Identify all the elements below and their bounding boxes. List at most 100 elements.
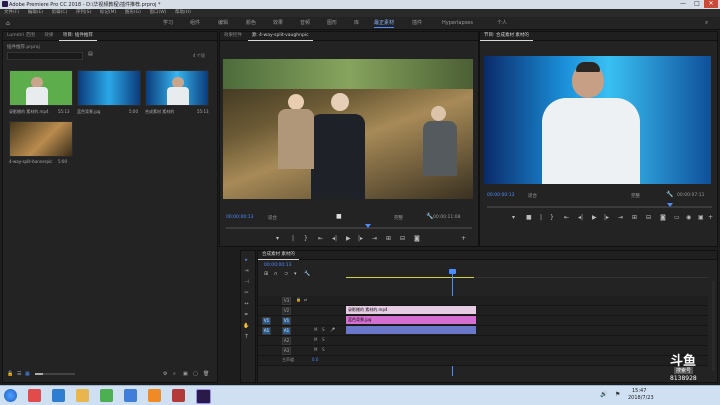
settings-icon[interactable]: ■ [336,213,342,220]
tab-sequence[interactable]: 合成素材 素材的 [258,251,299,260]
tab-effect-controls[interactable]: 效果控件 [220,32,246,40]
source-patch-a1[interactable]: A1 [262,327,271,335]
find-icon[interactable]: ⌕ [173,371,176,377]
workspace-tab[interactable]: 编辑 [218,19,228,27]
list-view-icon[interactable]: ☰ [17,371,21,377]
comparison-view-icon[interactable]: ▭ [674,214,680,221]
mark-in-icon[interactable]: ▾ [276,235,279,242]
new-item-icon[interactable]: ▢ [193,371,198,377]
master-volume[interactable]: 0.0 [312,357,318,362]
tab-source[interactable]: 源: 4-way-split-vaughnpic [247,32,313,41]
mic-icon[interactable]: 🎤 [330,327,335,332]
menu-marker[interactable]: 标记(M) [100,9,116,17]
folder-icon[interactable] [76,389,89,402]
track-toggle[interactable]: A1 [282,327,291,335]
clip-v2[interactable]: 录影棚的 素材的.mp4 [346,306,476,314]
program-scrubber[interactable] [487,203,712,208]
taskbar-app-icon[interactable] [124,389,137,402]
solo-icon[interactable]: S [322,337,325,342]
extract-icon[interactable]: ⊟ [646,214,651,221]
volume-icon[interactable]: 🔊 [600,391,607,398]
mark-out-point-icon[interactable]: } [550,214,554,221]
source-scrubber[interactable] [226,224,472,229]
program-quality-select[interactable]: 完整 [631,193,640,199]
safe-margins-icon[interactable]: ▣ [698,214,704,221]
workspace-tab[interactable]: 学习 [163,19,173,27]
workspace-tab[interactable]: 个人 [497,19,507,27]
thumbnail-warm-photo[interactable] [9,121,73,157]
play-icon[interactable]: ▶ [592,214,597,221]
timeline-scrollbar[interactable] [712,281,715,371]
playhead-icon[interactable] [667,203,673,207]
new-bin-icon[interactable]: ▤ [88,51,93,57]
add-button-icon[interactable]: + [708,214,713,221]
mark-out-icon[interactable]: | [292,235,294,242]
step-forward-icon[interactable]: |▸ [358,235,363,242]
track-toggle[interactable]: V3 [282,297,291,305]
source-patch-v1[interactable]: V1 [262,317,271,325]
menu-sequence[interactable]: 序列(S) [76,9,91,17]
track-lock-icon[interactable]: 🔒 [296,297,301,302]
track-toggle[interactable]: A2 [282,337,291,345]
taskbar-app-icon[interactable] [52,389,65,402]
project-search-input[interactable] [7,52,83,60]
taskbar-app-icon[interactable] [100,389,113,402]
track-toggle[interactable]: V1 [282,317,291,325]
lift-icon[interactable]: ⊞ [632,214,637,221]
workspace-tab[interactable]: 图形 [327,19,337,27]
mark-in-point-icon[interactable]: | [540,214,542,221]
solo-icon[interactable]: S [322,327,325,332]
menu-file[interactable]: 文件(F) [4,9,19,17]
workspace-tab[interactable]: 颜色 [246,19,256,27]
workspace-tab[interactable]: 音频 [300,19,310,27]
thumbnail-blue-background[interactable] [77,70,141,106]
menu-help[interactable]: 帮助(H) [175,9,191,17]
work-area-bar[interactable] [346,277,474,278]
nest-icon[interactable]: ⊞ [264,271,268,277]
program-timecode-in[interactable]: 00:00:00:13 [487,193,514,198]
menu-edit[interactable]: 编辑(E) [28,9,43,17]
taskbar-app-icon[interactable] [28,389,41,402]
automate-icon[interactable]: ⚙ [163,371,167,377]
workspace-tab[interactable]: 库 [354,19,359,27]
go-to-out-icon[interactable]: ⇥ [372,235,377,242]
hand-tool-icon[interactable]: ✋ [243,323,250,330]
mute-icon[interactable]: M [314,347,317,352]
workspace-tab[interactable]: Hyperlapses [442,19,473,27]
close-button[interactable]: ✕ [704,0,718,8]
mute-icon[interactable]: M [314,327,317,332]
thumbnail-composite[interactable] [145,70,209,106]
clip-v1[interactable]: 蓝色背景.jpg [346,316,476,324]
razor-tool-icon[interactable]: ✂ [243,290,250,297]
taskbar-app-icon[interactable] [148,389,161,402]
overwrite-icon[interactable]: ⊟ [400,235,405,242]
tab-effects[interactable]: 效果 [40,32,57,40]
workspace-tab[interactable]: 插件 [412,19,422,27]
time-ruler[interactable] [346,271,708,278]
clip-a1[interactable] [346,326,476,334]
zoom-slider[interactable] [35,373,75,375]
lock-icon[interactable]: 🔓 [7,371,13,377]
linked-selection-icon[interactable]: ⊃ [284,271,288,277]
slip-tool-icon[interactable]: ↔ [243,301,250,308]
track-select-tool-icon[interactable]: ⇥ [243,268,250,275]
type-tool-icon[interactable]: T [243,334,250,341]
wrench-icon[interactable]: 🔧 [666,191,673,198]
ripple-edit-tool-icon[interactable]: ⊣ [243,279,250,286]
snap-icon[interactable]: ∩ [274,271,278,277]
go-to-in-icon[interactable]: ⇤ [564,214,569,221]
mark-in-icon[interactable]: ▾ [512,214,515,221]
source-quality-select[interactable]: 完整 [394,215,403,221]
vr-icon[interactable]: ◉ [686,214,691,221]
menu-window[interactable]: 窗口(W) [149,9,166,17]
tab-project[interactable]: 项目: 插件推荐 [58,32,97,41]
workspace-tab[interactable]: 组件 [190,19,200,27]
go-to-in-icon[interactable]: ⇤ [318,235,323,242]
play-icon[interactable]: ▶ [346,235,351,242]
solo-icon[interactable]: S [322,347,325,352]
mark-out-icon[interactable]: ■ [526,214,532,221]
source-fit-select[interactable]: 适合 [268,215,277,221]
maximize-button[interactable]: □ [690,0,704,8]
step-back-icon[interactable]: ◂| [578,214,583,221]
timeline-timecode[interactable]: 00:00:00:13 [264,263,291,268]
